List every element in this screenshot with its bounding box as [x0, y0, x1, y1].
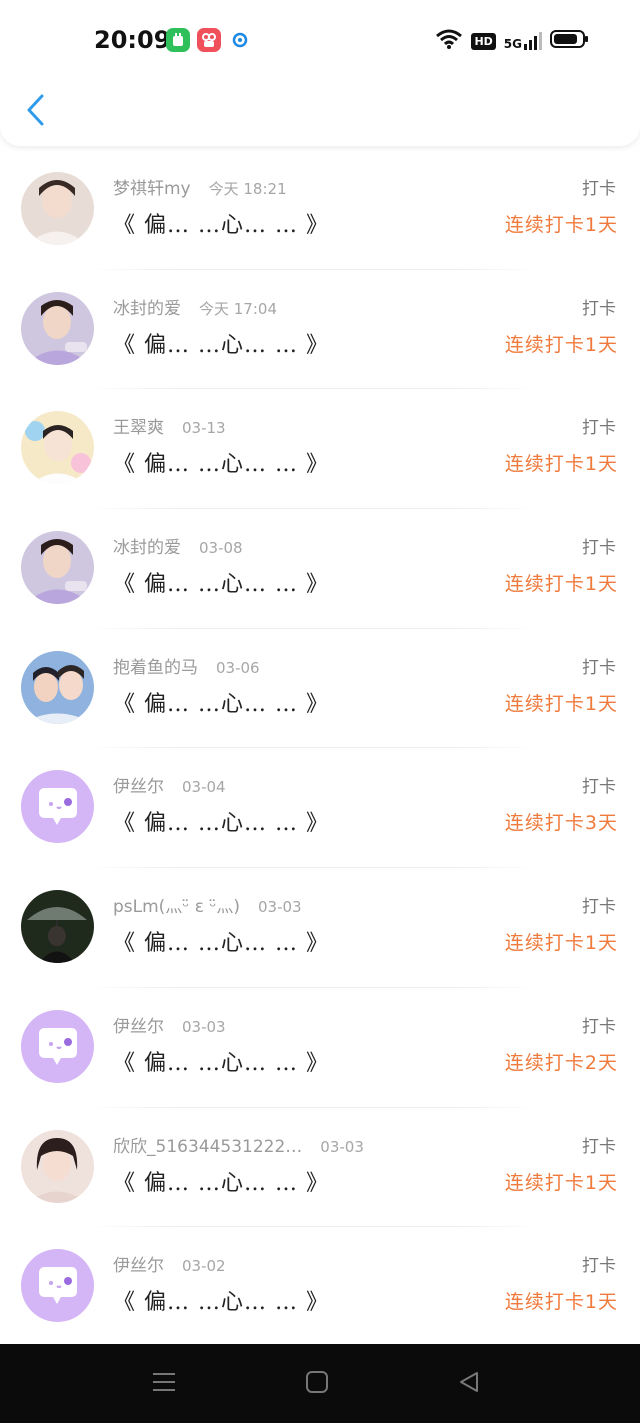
checkin-date: 03-02: [182, 1257, 226, 1276]
hd-badge: HD: [471, 32, 496, 50]
kuaishou-icon: [197, 28, 221, 52]
checkin-date: 今天 17:04: [199, 299, 277, 318]
user-name[interactable]: 梦祺轩my: [113, 179, 191, 199]
checkin-type: 打卡: [582, 777, 616, 798]
wifi-icon: [435, 28, 463, 54]
checkin-date: 03-13: [182, 419, 226, 438]
back-nav-button[interactable]: [455, 1370, 483, 1398]
avatar[interactable]: [21, 1009, 94, 1083]
status-time: 20:09: [94, 26, 171, 54]
user-name[interactable]: 欣欣_516344531222…: [113, 1137, 302, 1157]
avatar[interactable]: [21, 770, 94, 844]
avatar[interactable]: [21, 650, 94, 724]
streak-label: 连续打卡1天: [504, 1291, 618, 1314]
avatar[interactable]: [21, 172, 94, 245]
streak-label: 连续打卡1天: [504, 214, 618, 236]
user-name[interactable]: 伊丝尔: [113, 777, 164, 797]
streak-label: 连续打卡1天: [504, 333, 618, 356]
network-label: 5G: [503, 37, 522, 51]
checkin-type: 打卡: [582, 657, 616, 678]
checkin-date: 03-03: [258, 898, 302, 917]
checkin-title: 《 偏… …心… … 》: [113, 572, 329, 598]
list-item[interactable]: psLm(灬ᵕ̈ ε ᵕ̈灬) 03-03 《 偏… …心… … 》 打卡 连续打…: [0, 868, 640, 988]
signal-icon: 5G: [504, 32, 542, 50]
list-item[interactable]: 抱着鱼的马 03-06 《 偏… …心… … 》 打卡 连续打卡1天: [0, 629, 640, 749]
streak-label: 连续打卡2天: [504, 1051, 618, 1074]
wechat-mini-icon: [166, 28, 190, 52]
status-bar: 20:09 HD 5G: [0, 0, 640, 80]
checkin-title: 《 偏… …心… … 》: [113, 691, 329, 717]
battery-icon: [550, 29, 590, 53]
user-name[interactable]: psLm(灬ᵕ̈ ε ᵕ̈灬): [113, 897, 240, 917]
status-indicators: HD 5G: [435, 24, 590, 58]
checkin-type: 打卡: [582, 897, 616, 918]
user-name[interactable]: 抱着鱼的马: [113, 658, 198, 678]
avatar[interactable]: [21, 890, 94, 964]
checkin-date: 03-08: [199, 539, 243, 558]
streak-label: 连续打卡3天: [504, 812, 618, 835]
list-item[interactable]: 王翠爽 03-13 《 偏… …心… … 》 打卡 连续打卡1天: [0, 389, 640, 510]
list-item[interactable]: 伊丝尔 03-02 《 偏… …心… … 》 打卡 连续打卡1天: [0, 1227, 640, 1347]
checkin-type: 打卡: [582, 179, 616, 199]
checkin-type: 打卡: [582, 1256, 616, 1277]
streak-label: 连续打卡1天: [504, 453, 618, 476]
checkin-list: 梦祺轩my 今天 18:21 《 偏… …心… … 》 打卡 连续打卡1天 冰封的…: [0, 150, 640, 1347]
checkin-date: 03-06: [216, 658, 260, 677]
checkin-title: 《 偏… …心… … 》: [113, 332, 329, 358]
home-button[interactable]: [303, 1370, 331, 1398]
list-item[interactable]: 冰封的爱 今天 17:04 《 偏… …心… … 》 打卡 连续打卡1天: [0, 270, 640, 390]
user-name[interactable]: 伊丝尔: [113, 1017, 164, 1037]
checkin-date: 03-04: [182, 778, 226, 797]
checkin-title: 《 偏… …心… … 》: [113, 811, 329, 837]
streak-label: 连续打卡1天: [504, 1171, 618, 1194]
avatar[interactable]: [21, 531, 94, 605]
avatar[interactable]: [21, 1129, 94, 1203]
checkin-type: 打卡: [582, 418, 616, 439]
home-icon: [305, 1370, 329, 1398]
user-name[interactable]: 冰封的爱: [113, 299, 181, 319]
list-item[interactable]: 伊丝尔 03-04 《 偏… …心… … 》 打卡 连续打卡3天: [0, 748, 640, 869]
avatar[interactable]: [21, 291, 94, 365]
checkin-type: 打卡: [582, 298, 616, 319]
checkin-date: 今天 18:21: [208, 180, 287, 198]
qq-browser-icon: [228, 28, 252, 52]
back-button[interactable]: [20, 92, 50, 132]
user-name[interactable]: 王翠爽: [113, 418, 164, 438]
checkin-title: 《 偏… …心… … 》: [113, 1050, 329, 1076]
list-item[interactable]: 欣欣_516344531222… 03-03 《 偏… …心… … 》 打卡 连续…: [0, 1108, 640, 1228]
checkin-type: 打卡: [582, 1016, 616, 1037]
checkin-type: 打卡: [582, 1136, 616, 1157]
checkin-type: 打卡: [582, 538, 616, 559]
checkin-title: 《 偏… …心… … 》: [113, 213, 329, 238]
streak-label: 连续打卡1天: [504, 932, 618, 955]
checkin-title: 《 偏… …心… … 》: [113, 1290, 329, 1316]
streak-label: 连续打卡1天: [504, 692, 618, 715]
list-item[interactable]: 伊丝尔 03-03 《 偏… …心… … 》 打卡 连续打卡2天: [0, 988, 640, 1108]
user-name[interactable]: 伊丝尔: [113, 1256, 164, 1276]
menu-button[interactable]: [150, 1370, 178, 1398]
menu-icon: [151, 1371, 177, 1397]
back-triangle-icon: [457, 1370, 481, 1398]
user-name[interactable]: 冰封的爱: [113, 538, 181, 558]
top-header: 20:09 HD 5G: [0, 0, 640, 146]
checkin-title: 《 偏… …心… … 》: [113, 1170, 329, 1196]
chevron-left-icon: [25, 93, 45, 131]
list-item[interactable]: 冰封的爱 03-08 《 偏… …心… … 》 打卡 连续打卡1天: [0, 509, 640, 629]
checkin-date: 03-03: [182, 1017, 226, 1036]
checkin-date: 03-03: [320, 1137, 364, 1156]
avatar[interactable]: [21, 411, 94, 485]
checkin-title: 《 偏… …心… … 》: [113, 931, 329, 957]
navigation-bar: [0, 1344, 640, 1423]
streak-label: 连续打卡1天: [504, 573, 618, 596]
list-item[interactable]: 梦祺轩my 今天 18:21 《 偏… …心… … 》 打卡 连续打卡1天: [0, 150, 640, 270]
checkin-title: 《 偏… …心… … 》: [113, 452, 329, 478]
avatar[interactable]: [21, 1249, 94, 1323]
